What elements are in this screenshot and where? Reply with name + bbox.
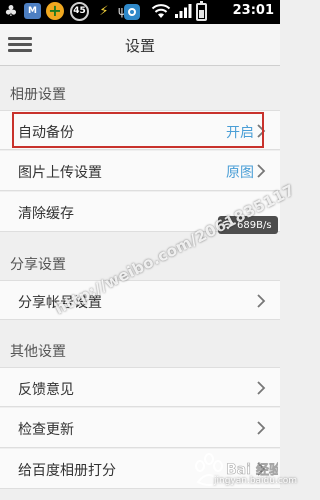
settings-row-feedback[interactable]: 反馈意见 bbox=[0, 367, 280, 407]
lightning-icon: ⚡ bbox=[99, 3, 109, 19]
clover-icon: ♣ bbox=[4, 1, 18, 20]
section-header-share: 分享设置 bbox=[10, 257, 66, 273]
wifi-icon bbox=[222, 220, 234, 230]
settings-row-auto-backup[interactable]: 自动备份 开启 bbox=[0, 110, 280, 150]
network-speed-badge: 689B/s bbox=[218, 216, 278, 234]
wifi-icon bbox=[150, 2, 172, 20]
chevron-right-icon bbox=[257, 462, 266, 476]
chevron-right-icon bbox=[257, 421, 266, 435]
settings-row-upload[interactable]: 图片上传设置 原图 bbox=[0, 151, 280, 191]
settings-row-share-account[interactable]: 分享帐号设置 bbox=[0, 280, 280, 320]
title-bar: 设置 bbox=[0, 24, 280, 66]
settings-row-rate-app[interactable]: 给百度相册打分 bbox=[0, 449, 280, 489]
section-header-other: 其他设置 bbox=[10, 344, 66, 360]
signal-strength-icon bbox=[172, 2, 194, 20]
row-label: 图片上传设置 bbox=[18, 165, 102, 181]
status-bar: ♣ M + 45 ⚡ ψ 23:01 bbox=[0, 0, 280, 24]
row-label: 反馈意见 bbox=[18, 382, 74, 398]
settings-row-check-update[interactable]: 检查更新 bbox=[0, 408, 280, 448]
clock: 23:01 bbox=[232, 3, 274, 18]
battery-icon bbox=[196, 1, 207, 21]
row-label: 自动备份 bbox=[18, 125, 74, 141]
row-label: 清除缓存 bbox=[18, 206, 74, 222]
section-header-album: 相册设置 bbox=[10, 87, 66, 103]
row-label: 分享帐号设置 bbox=[18, 295, 102, 311]
chevron-right-icon bbox=[257, 124, 266, 138]
row-value: 原图 bbox=[226, 165, 254, 181]
chevron-right-icon bbox=[257, 381, 266, 395]
chevron-right-icon bbox=[257, 164, 266, 178]
row-value: 开启 bbox=[226, 125, 254, 141]
notification-count-badge: 45 bbox=[70, 2, 89, 21]
row-label: 检查更新 bbox=[18, 422, 74, 438]
plus-app-icon: + bbox=[46, 2, 64, 20]
page-title: 设置 bbox=[124, 37, 155, 55]
chat-app-icon: M bbox=[24, 3, 41, 19]
network-speed-value: 689B/s bbox=[237, 219, 272, 231]
chevron-right-icon bbox=[257, 294, 266, 308]
camera-app-icon bbox=[124, 4, 140, 20]
row-label: 给百度相册打分 bbox=[18, 463, 116, 479]
